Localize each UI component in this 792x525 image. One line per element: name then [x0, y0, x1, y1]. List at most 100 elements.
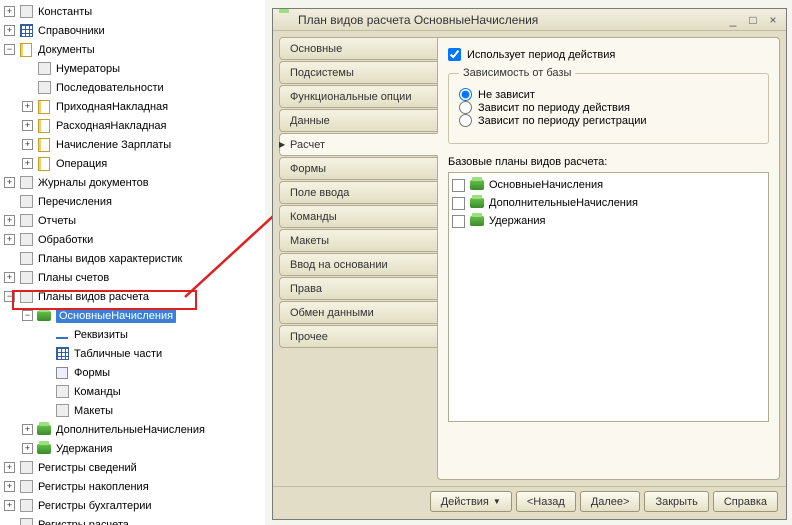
use-period-checkbox[interactable]	[448, 48, 461, 61]
expand-toggle[interactable]: +	[4, 272, 15, 283]
tree-item-icon	[18, 289, 34, 305]
expand-toggle[interactable]: +	[4, 481, 15, 492]
tree-item-icon	[36, 308, 52, 324]
list-item-label: ОсновныеНачисления	[489, 179, 603, 191]
tree-item[interactable]: Нумераторы	[0, 59, 265, 78]
tree-item-label: Константы	[38, 6, 92, 18]
maximize-button[interactable]: □	[744, 12, 762, 28]
expand-toggle[interactable]: +	[22, 120, 33, 131]
tree-item[interactable]: + Константы	[0, 2, 265, 21]
tab-функциональные опции[interactable]: Функциональные опции	[279, 85, 438, 108]
expand-toggle[interactable]: +	[22, 443, 33, 454]
tree-item[interactable]: Команды	[0, 382, 265, 401]
tree-item-label: Журналы документов	[38, 177, 149, 189]
tab-макеты[interactable]: Макеты	[279, 229, 438, 252]
tree-item[interactable]: + Планы счетов	[0, 268, 265, 287]
tree-item[interactable]: +Обработки	[0, 230, 265, 249]
tab-формы[interactable]: Формы	[279, 157, 438, 180]
tree-item-icon	[36, 422, 52, 438]
tab-команды[interactable]: Команды	[279, 205, 438, 228]
radio-dependency[interactable]	[459, 101, 472, 114]
tab-подсистемы[interactable]: Подсистемы	[279, 61, 438, 84]
tree-item[interactable]: +Регистры сведений	[0, 458, 265, 477]
tree-item-label: РасходнаяНакладная	[56, 120, 167, 132]
tree-item[interactable]: +Регистры накопления	[0, 477, 265, 496]
footer-button[interactable]: Справка	[713, 491, 778, 512]
tree-item[interactable]: +Операция	[0, 154, 265, 173]
tree-item-icon	[36, 137, 52, 153]
tab-основные[interactable]: Основные	[279, 37, 438, 60]
tab-ввод на основании[interactable]: Ввод на основании	[279, 253, 438, 276]
tree-item[interactable]: + Журналы документов	[0, 173, 265, 192]
tab-обмен данными[interactable]: Обмен данными	[279, 301, 438, 324]
tree-item[interactable]: Планы видов характеристик	[0, 249, 265, 268]
tree-item-label: Регистры бухгалтерии	[38, 500, 152, 512]
tree-item-label: Отчеты	[38, 215, 76, 227]
tab-прочее[interactable]: Прочее	[279, 325, 438, 348]
radio-dependency[interactable]	[459, 114, 472, 127]
tree-item[interactable]: + Отчеты	[0, 211, 265, 230]
tab-права[interactable]: Права	[279, 277, 438, 300]
tree-item-icon	[54, 346, 70, 362]
close-button[interactable]: ×	[764, 12, 782, 28]
footer-button[interactable]: Далее>	[580, 491, 641, 512]
expand-toggle[interactable]: −	[4, 291, 15, 302]
list-item[interactable]: ОсновныеНачисления	[452, 176, 765, 194]
expand-toggle[interactable]: +	[22, 158, 33, 169]
expand-toggle[interactable]: +	[4, 25, 15, 36]
tree-item[interactable]: + Справочники	[0, 21, 265, 40]
expand-toggle[interactable]: −	[22, 310, 33, 321]
tree-item[interactable]: Реквизиты	[0, 325, 265, 344]
tree-item[interactable]: Макеты	[0, 401, 265, 420]
footer-button[interactable]: Действия▼	[430, 491, 512, 512]
footer-button[interactable]: Закрыть	[644, 491, 708, 512]
tree-item[interactable]: −ОсновныеНачисления	[0, 306, 265, 325]
tree-item-label: Планы счетов	[38, 272, 109, 284]
expand-toggle[interactable]: +	[4, 6, 15, 17]
tree-item[interactable]: Перечисления	[0, 192, 265, 211]
tree-item[interactable]: Регистры расчета	[0, 515, 265, 525]
expand-toggle[interactable]: +	[22, 424, 33, 435]
expand-toggle[interactable]: +	[22, 139, 33, 150]
list-checkbox[interactable]	[452, 215, 465, 228]
tree-item[interactable]: +Начисление Зарплаты	[0, 135, 265, 154]
list-item[interactable]: Удержания	[452, 212, 765, 230]
expand-toggle[interactable]: +	[4, 500, 15, 511]
tree-item[interactable]: + РасходнаяНакладная	[0, 116, 265, 135]
base-plans-label: Базовые планы видов расчета:	[448, 156, 769, 168]
list-checkbox[interactable]	[452, 179, 465, 192]
tab-поле ввода[interactable]: Поле ввода	[279, 181, 438, 204]
tree-item[interactable]: +ДополнительныеНачисления	[0, 420, 265, 439]
config-tree[interactable]: + Константы + Справочники −ДокументыНумерато…	[0, 0, 265, 525]
expand-toggle[interactable]: +	[4, 462, 15, 473]
tree-item[interactable]: +Удержания	[0, 439, 265, 458]
tab-данные[interactable]: Данные	[279, 109, 438, 132]
tab-расчет[interactable]: Расчет	[279, 133, 438, 156]
tree-item[interactable]: Формы	[0, 363, 265, 382]
tree-item[interactable]: Последовательности	[0, 78, 265, 97]
expand-toggle[interactable]: +	[22, 101, 33, 112]
fieldset-legend: Зависимость от базы	[459, 67, 575, 79]
dialog-titlebar[interactable]: План видов расчета ОсновныеНачисления _ …	[273, 9, 786, 31]
tree-item-icon	[36, 99, 52, 115]
tree-item[interactable]: −Планы видов расчета	[0, 287, 265, 306]
tree-item-icon	[18, 460, 34, 476]
expand-toggle[interactable]: +	[4, 177, 15, 188]
tree-item-label: Справочники	[38, 25, 105, 37]
list-checkbox[interactable]	[452, 197, 465, 210]
minimize-button[interactable]: _	[724, 12, 742, 28]
expand-toggle[interactable]: +	[4, 234, 15, 245]
tree-item[interactable]: +ПриходнаяНакладная	[0, 97, 265, 116]
list-item[interactable]: ДополнительныеНачисления	[452, 194, 765, 212]
tree-item[interactable]: + Регистры бухгалтерии	[0, 496, 265, 515]
tree-item[interactable]: −Документы	[0, 40, 265, 59]
tree-item[interactable]: Табличные части	[0, 344, 265, 363]
base-plans-list[interactable]: ОсновныеНачисления ДополнительныеНачислен…	[448, 172, 769, 422]
expand-toggle[interactable]: +	[4, 215, 15, 226]
expand-toggle[interactable]: −	[4, 44, 15, 55]
footer-button[interactable]: <Назад	[516, 491, 576, 512]
tree-item-icon	[18, 4, 34, 20]
radio-dependency[interactable]	[459, 88, 472, 101]
use-period-label: Использует период действия	[467, 49, 615, 61]
dependency-fieldset: Зависимость от базы Не зависитЗависит по…	[448, 73, 769, 144]
